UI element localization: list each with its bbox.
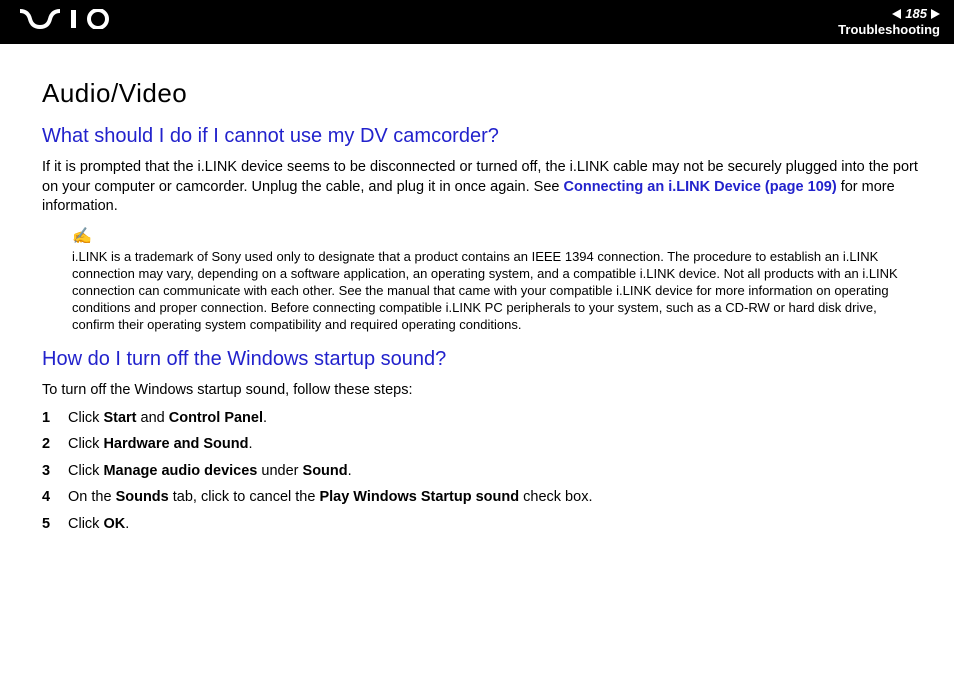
step-number: 3: [42, 462, 68, 482]
q1-paragraph: If it is prompted that the i.LINK device…: [42, 158, 918, 217]
step-text: Click Hardware and Sound.: [68, 435, 253, 455]
q2-intro: To turn off the Windows startup sound, f…: [42, 381, 918, 401]
step-text: On the Sounds tab, click to cancel the P…: [68, 488, 592, 508]
steps-list: 1 Click Start and Control Panel. 2 Click…: [42, 409, 918, 535]
step-number: 1: [42, 409, 68, 429]
note-icon: ✍: [72, 227, 918, 248]
question-heading-1: What should I do if I cannot use my DV c…: [42, 125, 918, 148]
page-number: 185: [905, 7, 927, 21]
note-block: ✍ i.LINK is a trademark of Sony used onl…: [72, 227, 918, 334]
page-content: Audio/Video What should I do if I cannot…: [0, 44, 954, 534]
step-item: 3 Click Manage audio devices under Sound…: [42, 462, 918, 482]
step-number: 2: [42, 435, 68, 455]
step-number: 5: [42, 515, 68, 535]
ilink-device-link[interactable]: Connecting an i.LINK Device (page 109): [564, 179, 837, 195]
next-page-arrow[interactable]: [931, 9, 940, 19]
step-text: Click OK.: [68, 515, 129, 535]
question-heading-2: How do I turn off the Windows startup so…: [42, 348, 918, 371]
section-label: Troubleshooting: [838, 23, 940, 37]
step-item: 1 Click Start and Control Panel.: [42, 409, 918, 429]
header-bar: 185 Troubleshooting: [0, 0, 954, 44]
prev-page-arrow[interactable]: [892, 9, 901, 19]
step-item: 5 Click OK.: [42, 515, 918, 535]
note-text: i.LINK is a trademark of Sony used only …: [72, 249, 918, 333]
step-text: Click Start and Control Panel.: [68, 409, 267, 429]
header-right: 185 Troubleshooting: [838, 7, 940, 38]
step-item: 4 On the Sounds tab, click to cancel the…: [42, 488, 918, 508]
step-number: 4: [42, 488, 68, 508]
step-item: 2 Click Hardware and Sound.: [42, 435, 918, 455]
page-title: Audio/Video: [42, 78, 918, 109]
step-text: Click Manage audio devices under Sound.: [68, 462, 352, 482]
page-navigation: 185: [838, 7, 940, 21]
vaio-logo: [20, 8, 116, 36]
